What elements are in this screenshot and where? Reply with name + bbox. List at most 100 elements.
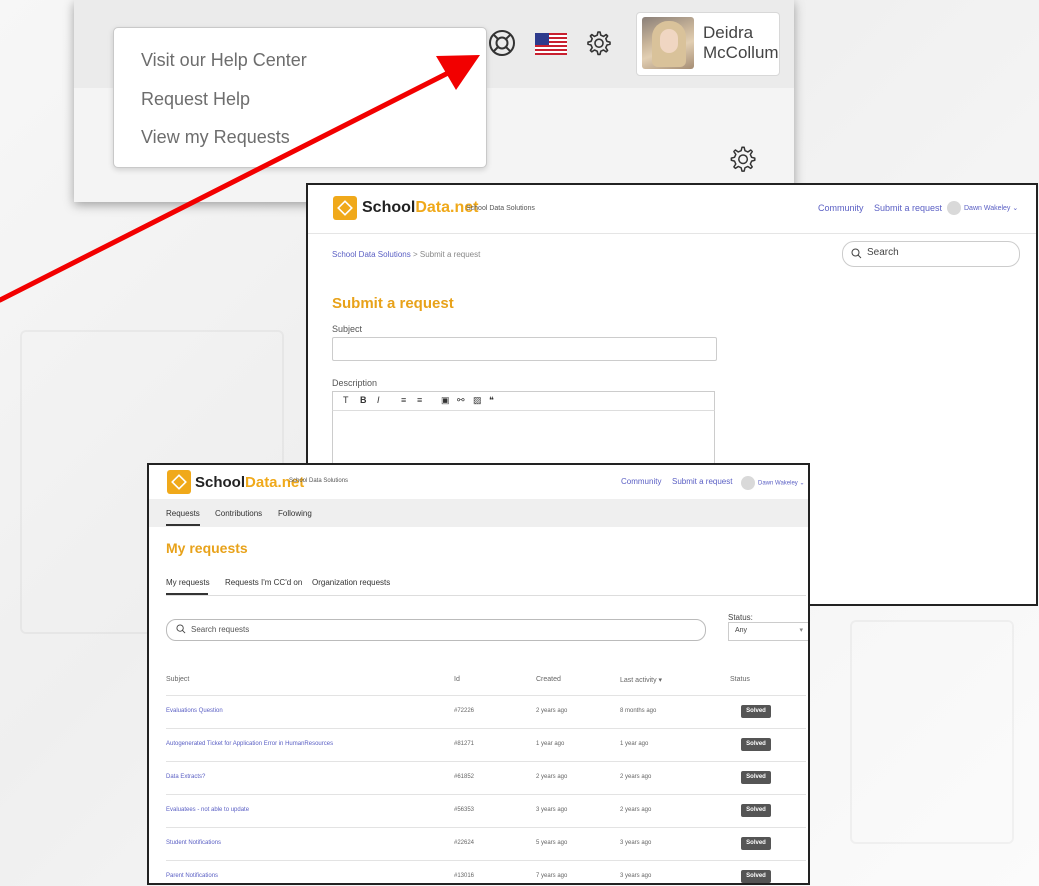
menu-item-help-center[interactable]: Visit our Help Center — [141, 50, 307, 71]
request-last-activity: 2 years ago — [620, 774, 652, 780]
request-created: 2 years ago — [536, 708, 568, 714]
bullet-list-button[interactable]: ≡ — [401, 395, 406, 405]
settings-gear-icon[interactable] — [726, 143, 758, 175]
search-input[interactable]: Search — [842, 241, 1020, 267]
column-header-created: Created — [536, 676, 561, 683]
image-button[interactable]: ▨ — [473, 395, 482, 406]
search-placeholder: Search requests — [191, 625, 250, 634]
request-created: 1 year ago — [536, 741, 565, 747]
help-lifebuoy-icon[interactable] — [487, 28, 517, 58]
search-placeholder: Search — [867, 247, 899, 258]
request-last-activity: 8 months ago — [620, 708, 657, 714]
status-badge: Solved — [741, 870, 771, 883]
table-row[interactable]: Evaluations Question #72226 2 years ago … — [166, 695, 806, 729]
menu-item-view-requests[interactable]: View my Requests — [141, 127, 290, 148]
table-row[interactable]: Data Extracts? #61852 2 years ago 2 year… — [166, 761, 806, 795]
status-select[interactable]: Any ▾ — [728, 622, 808, 641]
request-id: #81271 — [454, 741, 475, 747]
quote-button[interactable]: ❝ — [489, 395, 494, 406]
numbered-list-button[interactable]: ≡ — [417, 395, 422, 405]
status-badge: Solved — [741, 738, 771, 751]
request-subject-link[interactable]: Student Notifications — [166, 840, 221, 846]
request-last-activity: 2 years ago — [620, 807, 652, 813]
column-header-status: Status — [730, 676, 750, 683]
subnav-contributions[interactable]: Contributions — [215, 509, 262, 518]
logo-icon[interactable] — [333, 196, 357, 220]
nav-submit-request-link[interactable]: Submit a request — [672, 477, 732, 486]
us-flag-icon[interactable] — [535, 33, 567, 55]
request-last-activity: 1 year ago — [620, 741, 649, 747]
subject-label: Subject — [332, 324, 363, 334]
table-row[interactable]: Evaluatees - not able to update #56353 3… — [166, 794, 806, 828]
description-label: Description — [332, 378, 378, 388]
tab-organization-requests[interactable]: Organization requests — [312, 578, 390, 587]
request-created: 2 years ago — [536, 774, 568, 780]
subnav-following[interactable]: Following — [278, 509, 312, 518]
text-format-button[interactable]: T — [343, 395, 349, 405]
logo-icon[interactable] — [167, 470, 191, 494]
nav-community-link[interactable]: Community — [621, 477, 661, 486]
subnav-requests[interactable]: Requests — [166, 509, 200, 518]
request-created: 7 years ago — [536, 873, 568, 879]
logo-text[interactable]: SchoolData.net — [195, 474, 304, 491]
table-row[interactable]: Autogenerated Ticket for Application Err… — [166, 728, 806, 762]
chevron-down-icon: ▾ — [799, 627, 803, 634]
breadcrumb: School Data Solutions > Submit a request — [332, 250, 480, 259]
breadcrumb-separator: > — [412, 250, 418, 259]
gear-icon[interactable] — [583, 28, 613, 58]
avatar — [642, 17, 694, 69]
user-menu[interactable]: Dawn Wakeley ⌄ — [947, 201, 1018, 215]
site-header: SchoolData.net School Data Solutions Com… — [308, 185, 1036, 234]
request-subject-link[interactable]: Evaluatees - not able to update — [166, 807, 249, 813]
nav-submit-request-link[interactable]: Submit a request — [874, 203, 942, 213]
table-row[interactable]: Student Notifications #22624 5 years ago… — [166, 827, 806, 861]
sub-navigation: Requests Contributions Following — [149, 499, 808, 527]
status-badge: Solved — [741, 705, 771, 718]
italic-button[interactable]: I — [377, 395, 380, 405]
request-subject-link[interactable]: Autogenerated Ticket for Application Err… — [166, 741, 333, 747]
avatar — [947, 201, 961, 215]
user-menu[interactable]: Deidra McCollum — [636, 12, 780, 76]
column-header-last-activity[interactable]: Last activity ▾ — [620, 676, 662, 684]
active-indicator — [166, 524, 200, 526]
request-subject-link[interactable]: Evaluations Question — [166, 708, 223, 714]
status-badge: Solved — [741, 837, 771, 850]
user-menu[interactable]: Dawn Wakeley ⌄ — [741, 476, 805, 490]
request-created: 3 years ago — [536, 807, 568, 813]
request-subject-link[interactable]: Data Extracts? — [166, 774, 205, 780]
editor-toolbar: T B I ≡ ≡ ▣ ⚯ ▨ ❝ — [332, 391, 715, 411]
background-shape — [850, 620, 1014, 844]
tab-my-requests[interactable]: My requests — [166, 578, 210, 587]
search-icon — [851, 248, 862, 259]
breadcrumb-root-link[interactable]: School Data Solutions — [332, 250, 411, 259]
request-last-activity: 3 years ago — [620, 840, 652, 846]
breadcrumb-current: Submit a request — [419, 250, 481, 259]
request-subject-link[interactable]: Parent Notifications — [166, 873, 218, 879]
status-label: Status: — [728, 613, 753, 622]
request-id: #56353 — [454, 807, 475, 813]
brand-subtitle: School Data Solutions — [289, 478, 349, 484]
request-created: 5 years ago — [536, 840, 568, 846]
menu-item-request-help[interactable]: Request Help — [141, 89, 250, 110]
search-requests-input[interactable]: Search requests — [166, 619, 706, 641]
subject-field[interactable] — [332, 337, 717, 361]
page-title: My requests — [166, 540, 248, 556]
help-header-panel: Deidra McCollum Visit our Help Center Re… — [74, 0, 794, 202]
user-name: Deidra McCollum — [703, 23, 779, 63]
code-block-button[interactable]: ▣ — [441, 395, 450, 406]
table-row[interactable]: Parent Notifications #13016 7 years ago … — [166, 860, 806, 883]
request-id: #13016 — [454, 873, 475, 879]
tab-ccd-requests[interactable]: Requests I'm CC'd on — [225, 578, 302, 587]
nav-community-link[interactable]: Community — [818, 203, 864, 213]
brand-subtitle: School Data Solutions — [466, 205, 535, 212]
status-badge: Solved — [741, 804, 771, 817]
link-button[interactable]: ⚯ — [457, 395, 465, 406]
avatar — [741, 476, 755, 490]
search-icon — [176, 624, 186, 634]
page-title: Submit a request — [332, 295, 454, 312]
my-requests-panel: SchoolData.net School Data Solutions Com… — [147, 463, 810, 885]
user-last-name: McCollum — [703, 43, 779, 62]
description-editor[interactable] — [332, 411, 715, 471]
logo-text[interactable]: SchoolData.net — [362, 199, 478, 217]
bold-button[interactable]: B — [360, 395, 367, 405]
